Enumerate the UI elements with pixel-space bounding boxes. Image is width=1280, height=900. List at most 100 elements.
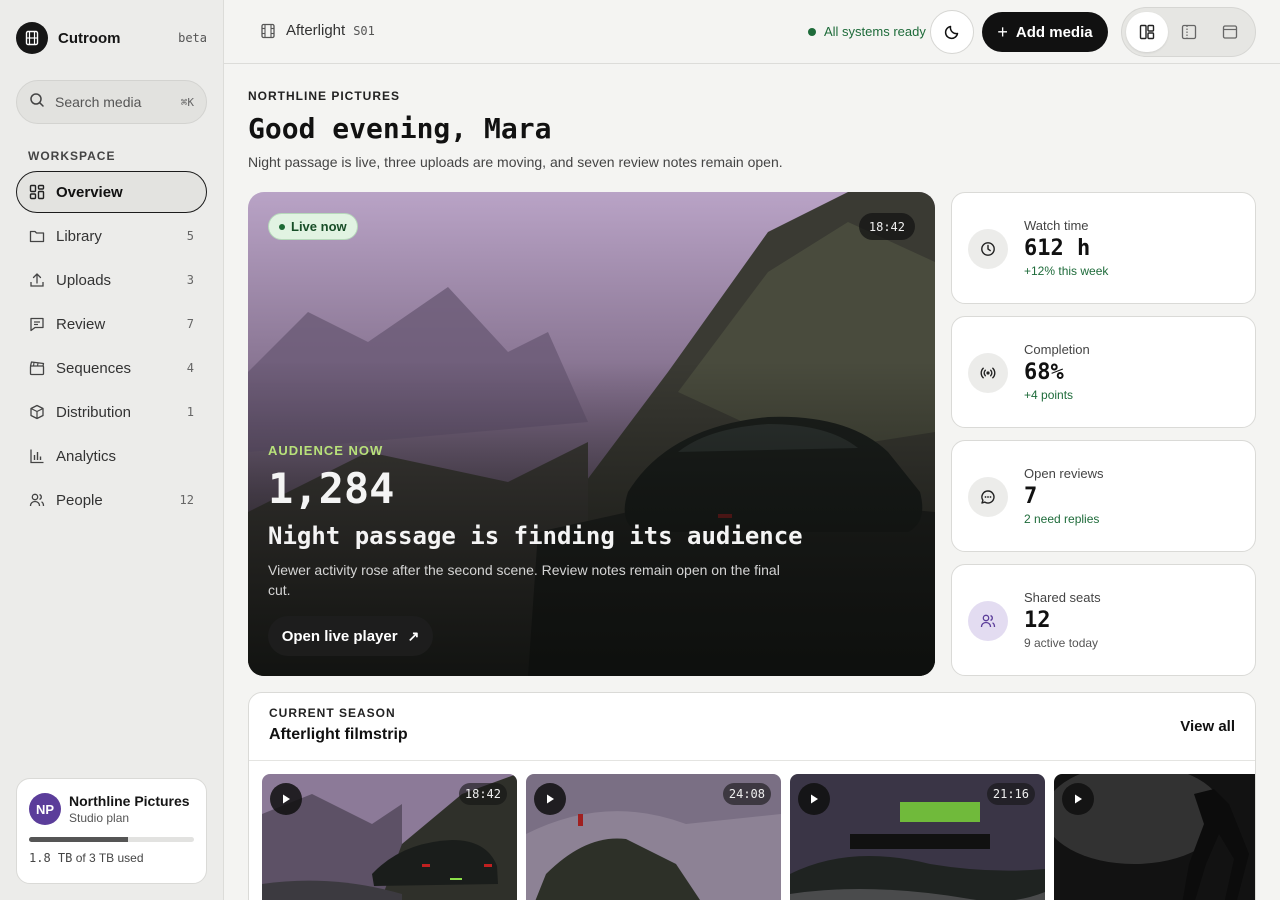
topbar: Afterlight S01 All systems ready + Add m… [224,0,1280,64]
hero-scene-image [248,192,935,676]
theme-toggle-button[interactable] [930,10,974,54]
play-button[interactable] [1062,783,1094,815]
chat-icon [968,477,1008,517]
episode-card[interactable]: 24:08 [526,774,781,900]
sidebar-item-label: Analytics [56,447,117,465]
plan-tier: Studio plan [69,811,130,825]
play-button[interactable] [798,783,830,815]
stat-label: Watch time [1024,218,1089,233]
storage-usage: 1.8 TB of 3 TB used [29,851,194,865]
sidebar-item-label: Uploads [56,271,112,289]
sidebar-item-count: 5 [186,229,194,243]
play-button[interactable] [534,783,566,815]
film-icon [260,23,276,39]
project-name: Afterlight [286,22,346,39]
sidebar-item-label: People [56,491,103,509]
add-media-button[interactable]: + Add media [982,12,1108,52]
hero-duration: 18:42 [858,213,915,240]
hero-description: Viewer activity rose after the second sc… [268,562,780,598]
live-badge: Live now [268,213,358,240]
layout-switcher [1121,7,1256,57]
app-name: Cutroom [58,29,121,47]
stat-note: +12% this week [1024,264,1109,278]
episode-card[interactable] [1054,774,1255,900]
avatar: NP [29,793,61,825]
layout-sidebar-button[interactable] [1168,12,1210,52]
stat-label: Shared seats [1024,590,1101,605]
episode-duration: 21:16 [986,783,1035,805]
sidebar-item-label: Distribution [56,403,132,421]
search-input[interactable]: Search media ⌘K [16,80,207,124]
stat-value: 68% [1024,360,1064,385]
stat-note: 2 need replies [1024,512,1100,526]
audience-count: 1,284 [268,464,395,513]
layout-dashboard-button[interactable] [1126,12,1168,52]
page-summary: Night passage is live, three uploads are… [248,154,783,170]
sidebar-item-count: 7 [186,317,194,331]
sidebar-item-count: 4 [186,361,194,375]
sidebar-item-uploads[interactable]: Uploads 3 [16,259,207,301]
grid-icon [29,184,45,200]
folder-icon [29,228,45,244]
clapper-icon [29,360,45,376]
season-eyebrow: CURRENT SEASON [269,706,396,720]
open-live-player-label: Open live player [281,627,398,645]
sidebar-item-label: Sequences [56,359,132,377]
breadcrumb[interactable]: Afterlight S01 [260,22,375,39]
sidebar-nav: Overview Library 5 Uploads 3 Review 7 Se… [16,171,207,523]
moon-icon [944,24,960,40]
stat-card-open-reviews[interactable]: Open reviews 7 2 need replies [951,440,1256,552]
storage-progress-bar [29,837,194,842]
play-button[interactable] [270,783,302,815]
stat-label: Completion [1024,342,1090,357]
sidebar-item-count: 3 [186,273,194,287]
sidebar-item-overview[interactable]: Overview [16,171,207,213]
sidebar-item-distribution[interactable]: Distribution 1 [16,391,207,433]
sidebar: Cutroom beta Search media ⌘K WORKSPACE O… [0,0,224,900]
sidebar-item-analytics[interactable]: Analytics [16,435,207,477]
stat-card-watch-time[interactable]: Watch time 612 h +12% this week [951,192,1256,304]
sidebar-item-review[interactable]: Review 7 [16,303,207,345]
storage-used: 1.8 TB [29,851,73,865]
beta-tag: beta [178,31,207,45]
sidebar-item-library[interactable]: Library 5 [16,215,207,257]
open-live-player-button[interactable]: Open live player ↗ [268,616,433,656]
search-icon [29,92,45,113]
broadcast-icon [968,353,1008,393]
comment-icon [29,316,45,332]
status-text: All systems ready [824,24,926,39]
sidebar-item-sequences[interactable]: Sequences 4 [16,347,207,389]
stat-note: +4 points [1024,388,1074,402]
sidebar-item-label: Review [56,315,106,333]
people-icon [29,492,45,508]
stat-value: 7 [1024,484,1038,509]
stat-card-shared-seats[interactable]: Shared seats 12 9 active today [951,564,1256,676]
season-code: S01 [353,23,375,38]
hero-eyebrow: AUDIENCE NOW [268,443,384,458]
status-dot-icon [808,27,816,36]
sidebar-item-people[interactable]: People 12 [16,479,207,521]
live-dot-icon [279,223,285,230]
episode-card[interactable]: 18:42 [262,774,517,900]
stat-label: Open reviews [1024,466,1104,481]
search-placeholder: Search media [55,94,142,110]
org-eyebrow: NORTHLINE PICTURES [248,89,401,103]
hero-title: Night passage is finding its audience [268,522,803,550]
stat-card-completion[interactable]: Completion 68% +4 points [951,316,1256,428]
sidebar-item-label: Overview [56,183,123,201]
search-shortcut: ⌘K [180,95,194,109]
layout-window-button[interactable] [1209,12,1251,52]
plan-card[interactable]: NP Northline Pictures Studio plan 1.8 TB… [16,778,207,884]
episode-card[interactable]: 21:16 [790,774,1045,900]
brand[interactable]: Cutroom beta [16,22,207,54]
workspace-label: WORKSPACE [28,149,116,163]
view-all-link[interactable]: View all [1180,718,1235,735]
dashboard-layout-icon [1139,24,1155,40]
divider [249,760,1255,761]
bar-chart-icon [29,448,45,464]
clock-icon [968,229,1008,269]
season-title: Afterlight filmstrip [269,726,408,743]
window-layout-icon [1222,24,1238,40]
plan-org-name: Northline Pictures [69,793,190,809]
episode-duration: 24:08 [722,783,771,805]
